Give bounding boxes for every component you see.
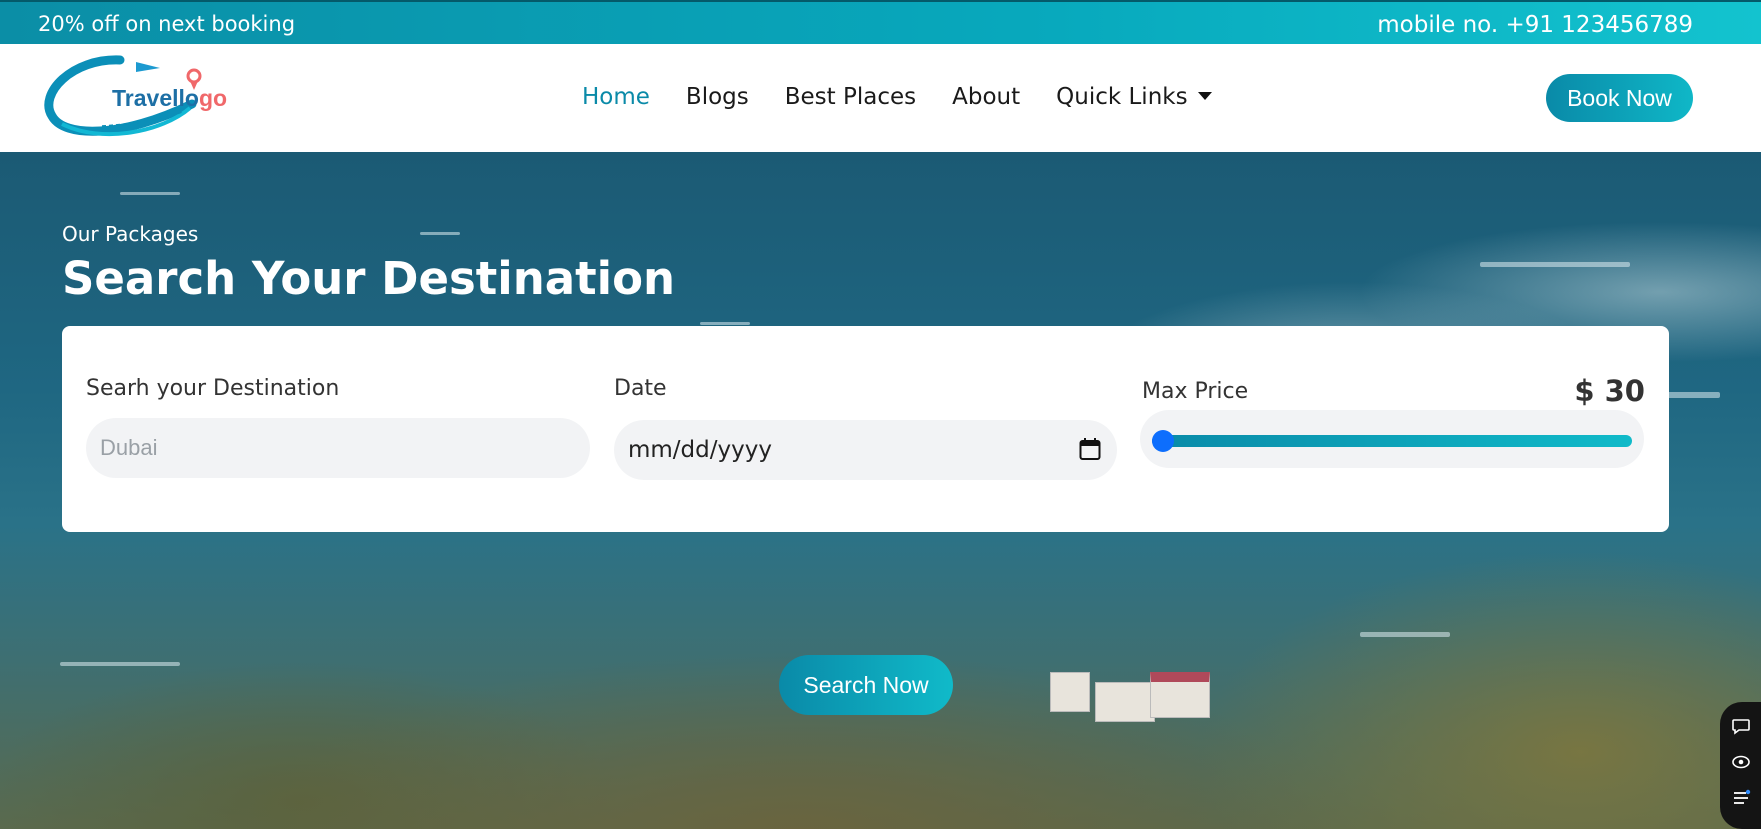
top-bar: 20% off on next booking mobile no. +91 1… [0,0,1761,44]
nav-quick-links[interactable]: Quick Links [1056,84,1212,110]
nav-home[interactable]: Home [582,84,650,110]
hero-title: Search Your Destination [62,252,676,305]
main-nav: Home Blogs Best Places About Quick Links [582,84,1212,110]
wave-decoration [60,662,180,666]
wave-decoration [1480,262,1630,267]
chat-icon[interactable] [1731,716,1751,736]
price-slider-thumb[interactable] [1152,430,1174,452]
nav-blogs[interactable]: Blogs [686,84,749,110]
destination-input[interactable] [86,418,590,478]
side-toolbar [1720,702,1761,829]
wave-decoration [700,322,750,325]
date-value: mm/dd/yyyy [628,437,772,463]
price-slider [1140,410,1644,468]
nav-best-places[interactable]: Best Places [785,84,916,110]
wave-decoration [1360,632,1450,637]
logo-text: Travellogo [112,85,228,111]
search-card: Searh your Destination Date mm/dd/yyyy M… [62,326,1669,532]
book-now-button[interactable]: Book Now [1546,74,1693,122]
wave-decoration [120,192,180,195]
wave-decoration [420,232,460,235]
eye-icon[interactable] [1731,752,1751,772]
menu-icon[interactable] [1731,788,1751,808]
logo[interactable]: Travellogo [42,54,227,146]
hero-eyebrow: Our Packages [62,222,199,246]
caret-down-icon [1197,91,1212,100]
date-input[interactable]: mm/dd/yyyy [614,420,1117,480]
navbar: Travellogo Home Blogs Best Places About … [0,44,1761,152]
price-slider-track[interactable] [1152,435,1632,447]
destination-label: Searh your Destination [86,376,340,401]
max-price-value: $ 30 [1574,374,1645,408]
nav-quick-links-label: Quick Links [1056,84,1188,110]
nav-about[interactable]: About [952,84,1020,110]
search-now-button[interactable]: Search Now [779,655,953,715]
max-price-label: Max Price [1142,379,1249,404]
phone-number: mobile no. +91 123456789 [1377,12,1693,38]
promo-text: 20% off on next booking [38,12,296,36]
date-label: Date [614,376,667,401]
calendar-icon[interactable] [1079,437,1101,461]
